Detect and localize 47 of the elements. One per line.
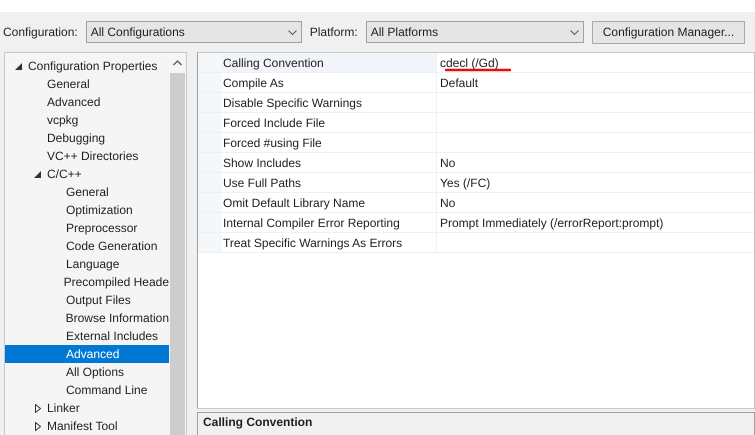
- tree-item[interactable]: Precompiled Heade: [5, 273, 169, 291]
- chevron-down-icon: [288, 30, 297, 34]
- property-value[interactable]: Prompt Immediately (/errorReport:prompt): [437, 213, 754, 232]
- platform-label: Platform:: [310, 25, 358, 39]
- description-title: Calling Convention: [197, 412, 755, 435]
- tree-item[interactable]: All Options: [5, 363, 169, 381]
- property-name[interactable]: Show Includes: [222, 153, 437, 172]
- property-value[interactable]: No: [437, 193, 754, 212]
- property-name[interactable]: Treat Specific Warnings As Errors: [222, 233, 437, 252]
- tree-item[interactable]: Language: [5, 255, 169, 273]
- tree-item[interactable]: Browse Information: [5, 309, 169, 327]
- property-name[interactable]: Disable Specific Warnings: [222, 93, 437, 112]
- tree-item[interactable]: Optimization: [5, 201, 169, 219]
- tree-item[interactable]: Output Files: [5, 291, 169, 309]
- platform-dropdown[interactable]: All Platforms: [366, 21, 584, 43]
- tree-item[interactable]: VC++ Directories: [5, 147, 169, 165]
- tree-item[interactable]: Advanced: [5, 93, 169, 111]
- property-name[interactable]: Omit Default Library Name: [222, 193, 437, 212]
- tree-item[interactable]: Advanced: [5, 345, 169, 363]
- property-name[interactable]: Forced Include File: [222, 113, 437, 132]
- tree-item[interactable]: Debugging: [5, 129, 169, 147]
- tree-item[interactable]: External Includes: [5, 327, 169, 345]
- property-value[interactable]: No: [437, 153, 754, 172]
- tree-item[interactable]: Command Line: [5, 381, 169, 399]
- configuration-dropdown[interactable]: All Configurations: [86, 21, 302, 43]
- tree-item[interactable]: Manifest Tool: [5, 417, 169, 435]
- tree-item[interactable]: Code Generation: [5, 237, 169, 255]
- tree-item[interactable]: General: [5, 183, 169, 201]
- tree-item[interactable]: Linker: [5, 399, 169, 417]
- chevron-down-icon: [570, 30, 579, 34]
- configuration-label: Configuration:: [3, 25, 78, 39]
- property-name[interactable]: Use Full Paths: [222, 173, 437, 192]
- tree-item[interactable]: General: [5, 75, 169, 93]
- property-name[interactable]: Forced #using File: [222, 133, 437, 152]
- scroll-up-icon[interactable]: [173, 60, 182, 66]
- property-value[interactable]: cdecl (/Gd): [437, 53, 754, 72]
- property-value[interactable]: Default: [437, 73, 754, 92]
- scrollbar-thumb[interactable]: [170, 73, 185, 435]
- property-name[interactable]: Compile As: [222, 73, 437, 92]
- configuration-manager-button[interactable]: Configuration Manager...: [592, 20, 746, 44]
- tree-item[interactable]: C/C++: [5, 165, 169, 183]
- tree-item[interactable]: Preprocessor: [5, 219, 169, 237]
- tree-item[interactable]: Configuration Properties: [5, 57, 169, 75]
- property-name[interactable]: Internal Compiler Error Reporting: [222, 213, 437, 232]
- property-name[interactable]: Calling Convention: [222, 53, 437, 72]
- tree-item[interactable]: vcpkg: [5, 111, 169, 129]
- property-value[interactable]: Yes (/FC): [437, 173, 754, 192]
